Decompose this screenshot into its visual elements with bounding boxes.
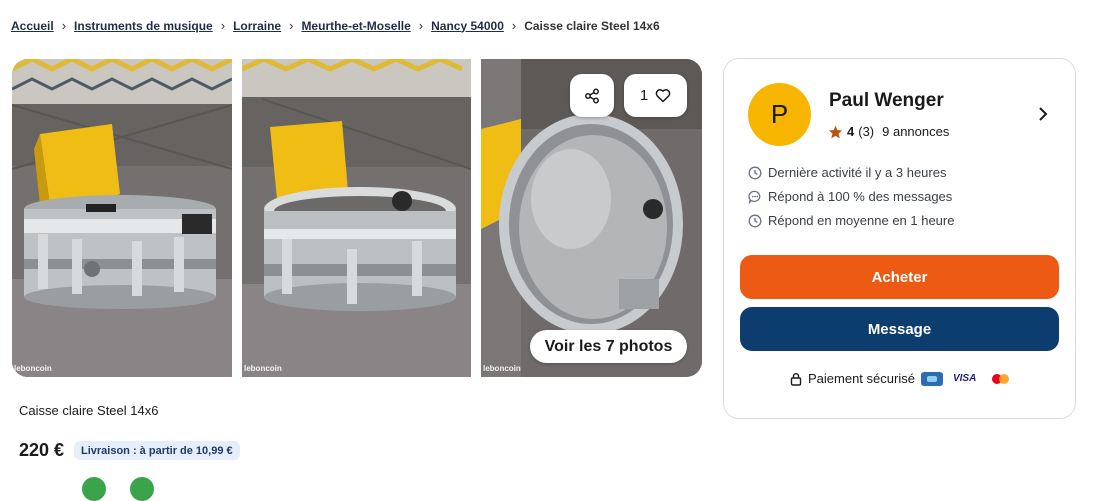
- partial-icon: [82, 477, 106, 501]
- favorite-button[interactable]: 1: [624, 74, 687, 117]
- chevron-right-icon: ›: [61, 18, 67, 33]
- share-button[interactable]: [570, 74, 614, 117]
- chevron-right-icon[interactable]: [1036, 104, 1050, 124]
- listing-count: 9 annonces: [882, 124, 950, 139]
- secure-payment-label: Paiement sécurisé: [808, 371, 915, 386]
- seller-rating[interactable]: 4 (3) 9 annonces: [828, 124, 949, 139]
- seller-name[interactable]: Paul Wenger: [829, 90, 944, 112]
- ad-title: Caisse claire Steel 14x6: [19, 403, 159, 418]
- breadcrumb-current: Caisse claire Steel 14x6: [524, 18, 660, 33]
- chevron-right-icon: ›: [418, 18, 424, 33]
- response-rate-text: Répond à 100 % des messages: [768, 189, 953, 204]
- watermark: leboncoin: [14, 364, 52, 373]
- chevron-right-icon: ›: [289, 18, 294, 33]
- cb-card-icon: [920, 371, 943, 386]
- chevron-right-icon: ›: [511, 18, 517, 33]
- heart-icon: [655, 89, 671, 103]
- shipping-badge: Livraison : à partir de 10,99 €: [74, 441, 240, 460]
- rating-count: (3): [858, 124, 875, 139]
- rating-score: 4: [847, 124, 855, 139]
- breadcrumb-link-city[interactable]: Nancy 54000: [431, 19, 504, 33]
- chat-bubble-icon: [748, 190, 761, 204]
- visa-logo: VISA: [952, 373, 977, 384]
- response-time: Répond en moyenne en 1 heure: [748, 213, 954, 228]
- ad-photo-1[interactable]: leboncoin: [12, 59, 232, 377]
- ad-price: 220 €: [19, 440, 65, 460]
- share-icon: [585, 88, 599, 103]
- breadcrumb-link-department[interactable]: Meurthe-et-Moselle: [301, 19, 410, 33]
- chevron-right-icon: ›: [220, 18, 226, 33]
- clock-history-icon: [748, 166, 762, 179]
- clock-icon: [748, 214, 762, 227]
- breadcrumb-link-lorraine[interactable]: Lorraine: [233, 19, 281, 33]
- breadcrumb-link-accueil[interactable]: Accueil: [11, 19, 54, 33]
- favorite-count: 1: [639, 87, 649, 104]
- message-button[interactable]: Message: [740, 307, 1059, 351]
- buy-button[interactable]: Acheter: [740, 255, 1059, 299]
- ad-photo-2[interactable]: leboncoin: [242, 59, 471, 377]
- view-all-photos-button[interactable]: Voir les 7 photos: [530, 330, 687, 363]
- lock-icon: [790, 372, 802, 386]
- mastercard-icon: [990, 372, 1012, 386]
- response-rate: Répond à 100 % des messages: [748, 189, 952, 204]
- breadcrumb-link-instruments[interactable]: Instruments de musique: [74, 19, 213, 33]
- watermark: leboncoin: [483, 364, 521, 373]
- breadcrumb: Accueil › Instruments de musique › Lorra…: [11, 18, 660, 33]
- avatar[interactable]: P: [748, 83, 811, 146]
- response-time-text: Répond en moyenne en 1 heure: [768, 213, 955, 228]
- star-icon: [828, 125, 843, 138]
- last-activity-text: Dernière activité il y a 3 heures: [768, 165, 947, 180]
- watermark: leboncoin: [244, 364, 282, 373]
- secure-payment: Paiement sécurisé VISA: [790, 371, 1012, 386]
- last-activity: Dernière activité il y a 3 heures: [748, 165, 946, 180]
- partial-icon: [130, 477, 154, 501]
